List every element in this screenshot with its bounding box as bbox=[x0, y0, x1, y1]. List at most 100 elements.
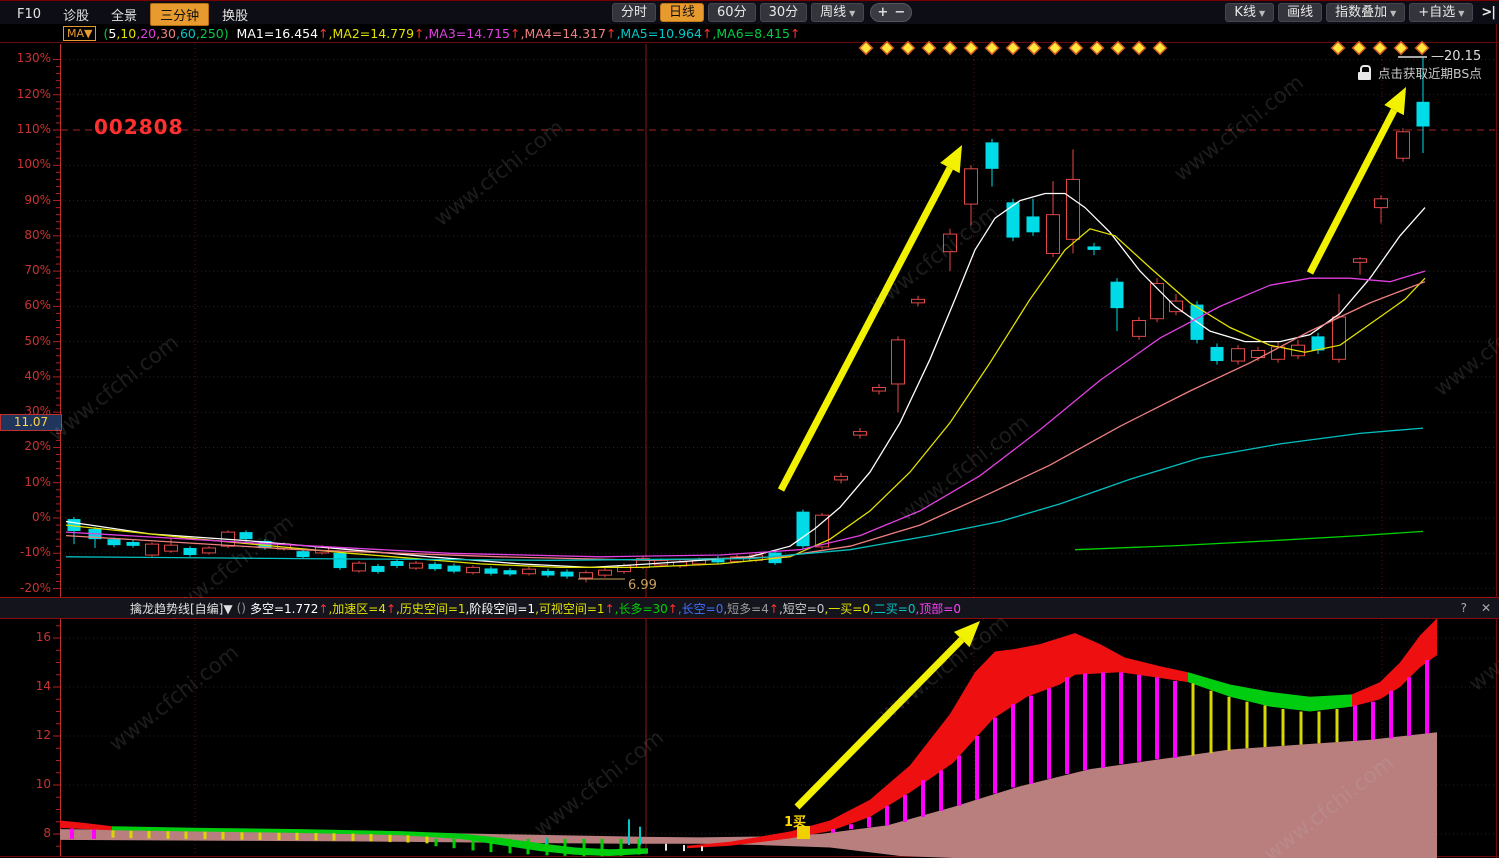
candle bbox=[353, 563, 366, 571]
menu-huangu[interactable]: 换股 bbox=[213, 4, 257, 25]
low-price-label: 6.99 bbox=[628, 578, 657, 593]
diamond-marker bbox=[1332, 42, 1345, 55]
ma-line-MA2 bbox=[66, 229, 1425, 568]
left-menu: F10 诊股 全景 三分钟 换股 bbox=[8, 3, 257, 26]
candle bbox=[1375, 199, 1388, 208]
candle bbox=[1211, 347, 1224, 361]
candle bbox=[1397, 132, 1410, 158]
zoom-control: + − bbox=[870, 3, 912, 22]
value-segment: ,短空=0 bbox=[779, 602, 825, 616]
candle bbox=[873, 388, 886, 392]
indicator-values: 多空=1.772↑,加速区=4↑,历史空间=1,阶段空间=1,可视空间=1↑,长… bbox=[250, 600, 961, 617]
red-band bbox=[1352, 618, 1437, 706]
value-segment: ,MA3=14.715 bbox=[425, 26, 510, 41]
candle bbox=[184, 548, 197, 555]
menu-sanfenzhong[interactable]: 三分钟 bbox=[150, 3, 209, 26]
zoom-in-button[interactable]: + bbox=[874, 5, 891, 20]
candle bbox=[1354, 259, 1367, 263]
diamond-marker bbox=[1049, 42, 1062, 55]
value-segment: ↑ bbox=[769, 602, 779, 616]
candle bbox=[1232, 349, 1245, 361]
value-segment: ,250) bbox=[196, 26, 229, 41]
value-segment: ,加速区=4 bbox=[328, 602, 386, 616]
ma-line-MA6 bbox=[1075, 531, 1423, 549]
diamond-marker bbox=[944, 42, 957, 55]
value-segment: ,阶段空间=1 bbox=[466, 602, 536, 616]
green-band bbox=[1188, 672, 1352, 711]
ma-line-MA1 bbox=[66, 194, 1425, 568]
top-toolbar: F10 诊股 全景 三分钟 换股 分时 日线 60分 30分 周线▼ + − K… bbox=[0, 1, 1499, 24]
candle bbox=[410, 563, 423, 568]
diamond-marker bbox=[1416, 42, 1429, 55]
diamond-marker bbox=[1112, 42, 1125, 55]
indicator-dropdown[interactable]: 擒龙趋势线[自编]▼ bbox=[130, 600, 233, 617]
value-segment: ↑ bbox=[606, 26, 616, 41]
chart-canvas[interactable] bbox=[0, 1, 1499, 858]
value-segment: ,60 bbox=[176, 26, 196, 41]
tab-daily[interactable]: 日线 bbox=[660, 3, 704, 22]
value-segment: ,MA6=8.415 bbox=[712, 26, 790, 41]
bs-hint-text: 点击获取近期BS点 bbox=[1378, 63, 1482, 82]
stock-code-label: 002808 bbox=[94, 115, 184, 139]
candle bbox=[1088, 246, 1101, 250]
menu-f10[interactable]: F10 bbox=[8, 6, 50, 23]
ma-line-MA3 bbox=[66, 271, 1425, 557]
diamond-marker bbox=[1133, 42, 1146, 55]
kline-style-button[interactable]: K线▼ bbox=[1225, 3, 1274, 22]
candle bbox=[892, 340, 905, 384]
menu-quanjing[interactable]: 全景 bbox=[102, 4, 146, 25]
menu-zhengu[interactable]: 诊股 bbox=[54, 4, 98, 25]
bs-hint-button[interactable]: 点击获取近期BS点 bbox=[1358, 63, 1482, 82]
value-segment: MA1=16.454 bbox=[229, 26, 318, 41]
red-band bbox=[60, 821, 112, 831]
tab-fenshi[interactable]: 分时 bbox=[612, 3, 656, 22]
stock-chart-window: F10 诊股 全景 三分钟 换股 分时 日线 60分 30分 周线▼ + − K… bbox=[0, 0, 1499, 858]
tab-60min[interactable]: 60分 bbox=[708, 3, 756, 22]
diamond-marker bbox=[1091, 42, 1104, 55]
value-segment: ↑ bbox=[318, 26, 328, 41]
candle bbox=[108, 539, 121, 545]
price-axis-badge: 11.07 bbox=[0, 414, 62, 431]
chevron-down-icon: ▼ bbox=[1259, 9, 1265, 18]
tab-weekly[interactable]: 周线▼ bbox=[811, 3, 864, 22]
value-segment: ,10 bbox=[116, 26, 136, 41]
help-icon[interactable]: ? bbox=[1461, 601, 1467, 615]
add-watchlist-button[interactable]: +自选▼ bbox=[1409, 3, 1473, 22]
value-segment: ↑ bbox=[605, 602, 615, 616]
ma-dropdown[interactable]: MA▼ bbox=[63, 26, 96, 41]
diamond-marker bbox=[965, 42, 978, 55]
candle bbox=[599, 570, 612, 575]
diamond-marker bbox=[923, 42, 936, 55]
diamond-marker bbox=[986, 42, 999, 55]
chevron-down-icon: ▼ bbox=[849, 9, 855, 18]
candle bbox=[523, 569, 536, 574]
candle bbox=[912, 299, 925, 303]
diamond-marker bbox=[881, 42, 894, 55]
zoom-out-button[interactable]: − bbox=[891, 5, 908, 20]
collapse-panel-icon[interactable]: >| bbox=[1481, 5, 1495, 20]
draw-line-button[interactable]: 画线 bbox=[1278, 3, 1322, 22]
candle bbox=[429, 564, 442, 569]
candle bbox=[561, 572, 574, 577]
diamond-marker bbox=[1070, 42, 1083, 55]
candle bbox=[618, 566, 631, 572]
indicator-header: 擒龙趋势线[自编]▼ () 多空=1.772↑,加速区=4↑,历史空间=1,阶段… bbox=[0, 598, 1499, 618]
value-segment: ,长空=0 bbox=[678, 602, 724, 616]
close-icon[interactable]: ✕ bbox=[1481, 601, 1491, 615]
diamond-marker bbox=[1374, 42, 1387, 55]
candle bbox=[986, 142, 999, 168]
index-overlay-button[interactable]: 指数叠加▼ bbox=[1326, 3, 1405, 22]
candle bbox=[965, 169, 978, 204]
candle bbox=[1417, 102, 1430, 127]
candle bbox=[854, 432, 867, 436]
indicator-params: () bbox=[237, 601, 246, 615]
diamond-marker bbox=[860, 42, 873, 55]
tab-30min[interactable]: 30分 bbox=[760, 3, 808, 22]
candle bbox=[1047, 215, 1060, 254]
annotation-arrow bbox=[797, 640, 962, 807]
candle bbox=[146, 544, 159, 555]
candle bbox=[1027, 216, 1040, 232]
value-segment: ,MA5=10.964 bbox=[616, 26, 701, 41]
value-segment: ,MA2=14.779 bbox=[329, 26, 414, 41]
candle bbox=[372, 566, 385, 572]
